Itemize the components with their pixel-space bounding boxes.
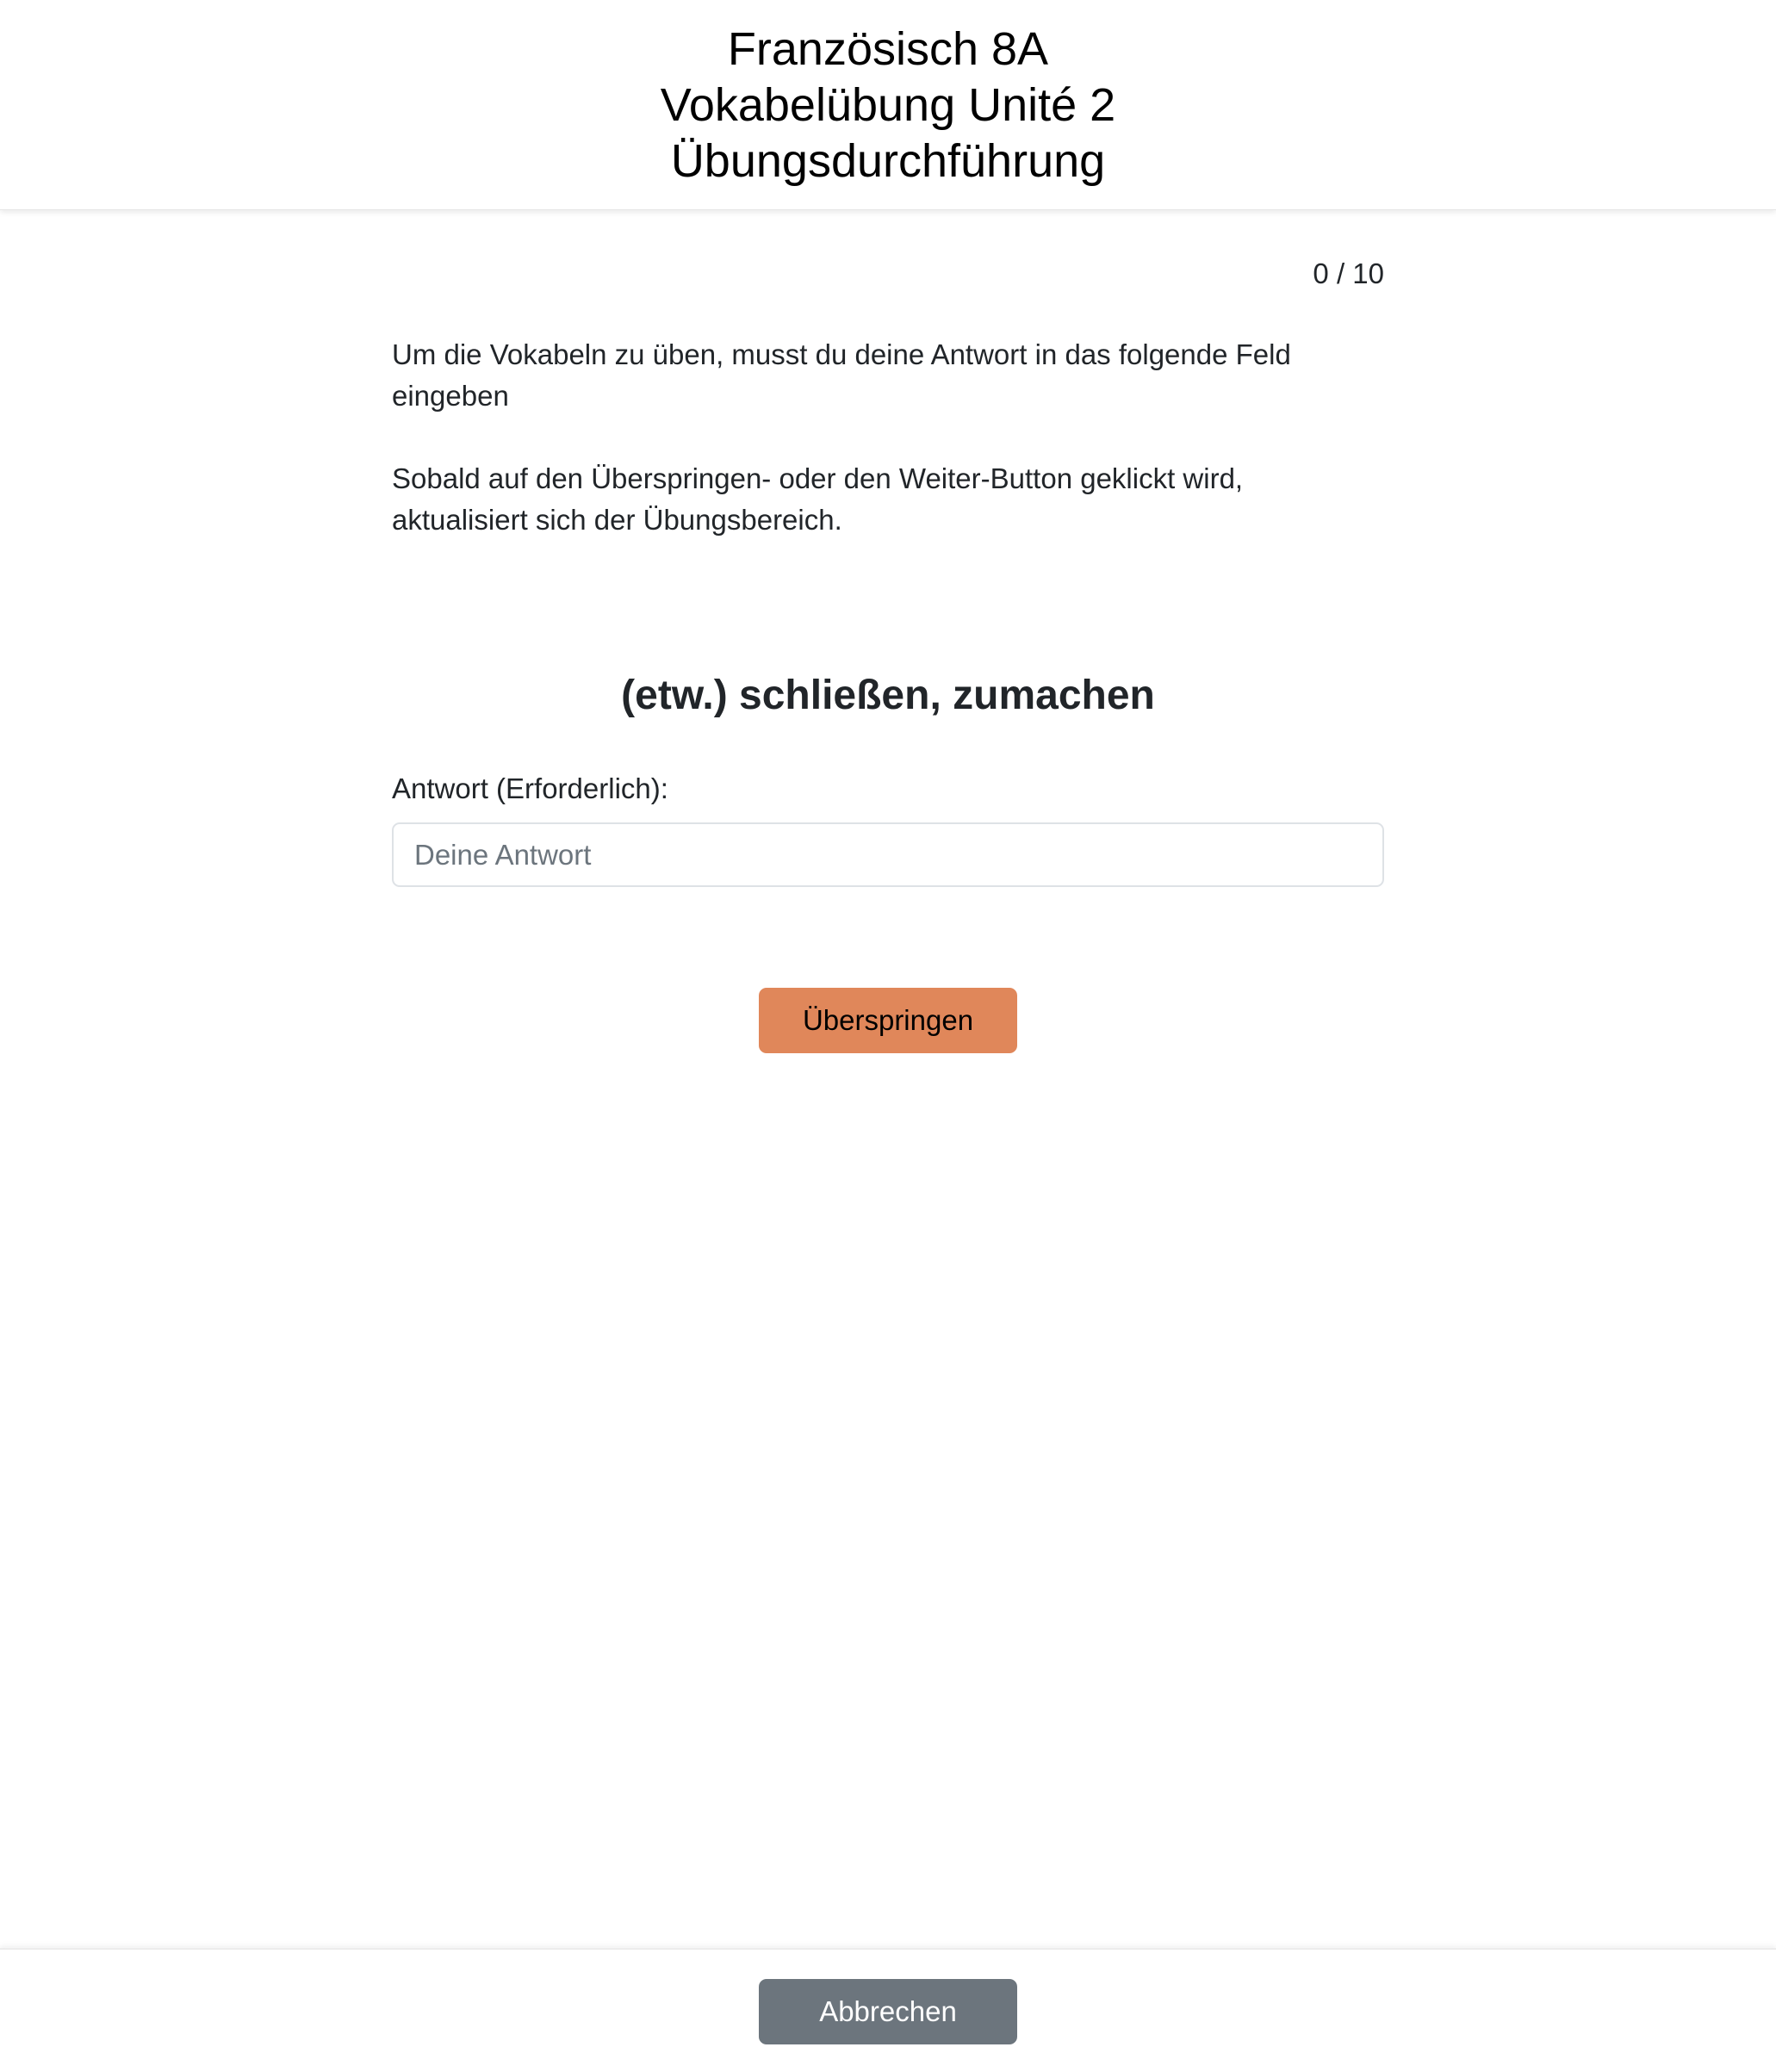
course-title: Französisch 8A (727, 23, 1049, 75)
cancel-button[interactable]: Abbrechen (759, 1979, 1017, 2044)
page-footer: Abbrechen (0, 1948, 1776, 2072)
instructions: Um die Vokabeln zu üben, musst du deine … (392, 334, 1384, 582)
instructions-paragraph-answer: Um die Vokabeln zu üben, musst du deine … (392, 338, 1291, 412)
answer-input[interactable] (392, 822, 1384, 887)
mode-title: Übungsdurchführung (670, 135, 1106, 187)
answer-label: Antwort (Erforderlich): (392, 772, 668, 804)
vocab-prompt: (etw.) schließen, zumachen (621, 673, 1155, 718)
instructions-paragraph-refresh: Sobald auf den Überspringen- oder den We… (392, 462, 1244, 536)
progress-counter: 0 / 10 (1313, 257, 1384, 289)
exercise-title: Vokabelübung Unité 2 (660, 79, 1116, 131)
skip-button[interactable]: Überspringen (759, 988, 1017, 1053)
page-header: Französisch 8A Vokabelübung Unité 2 Übun… (0, 0, 1776, 210)
